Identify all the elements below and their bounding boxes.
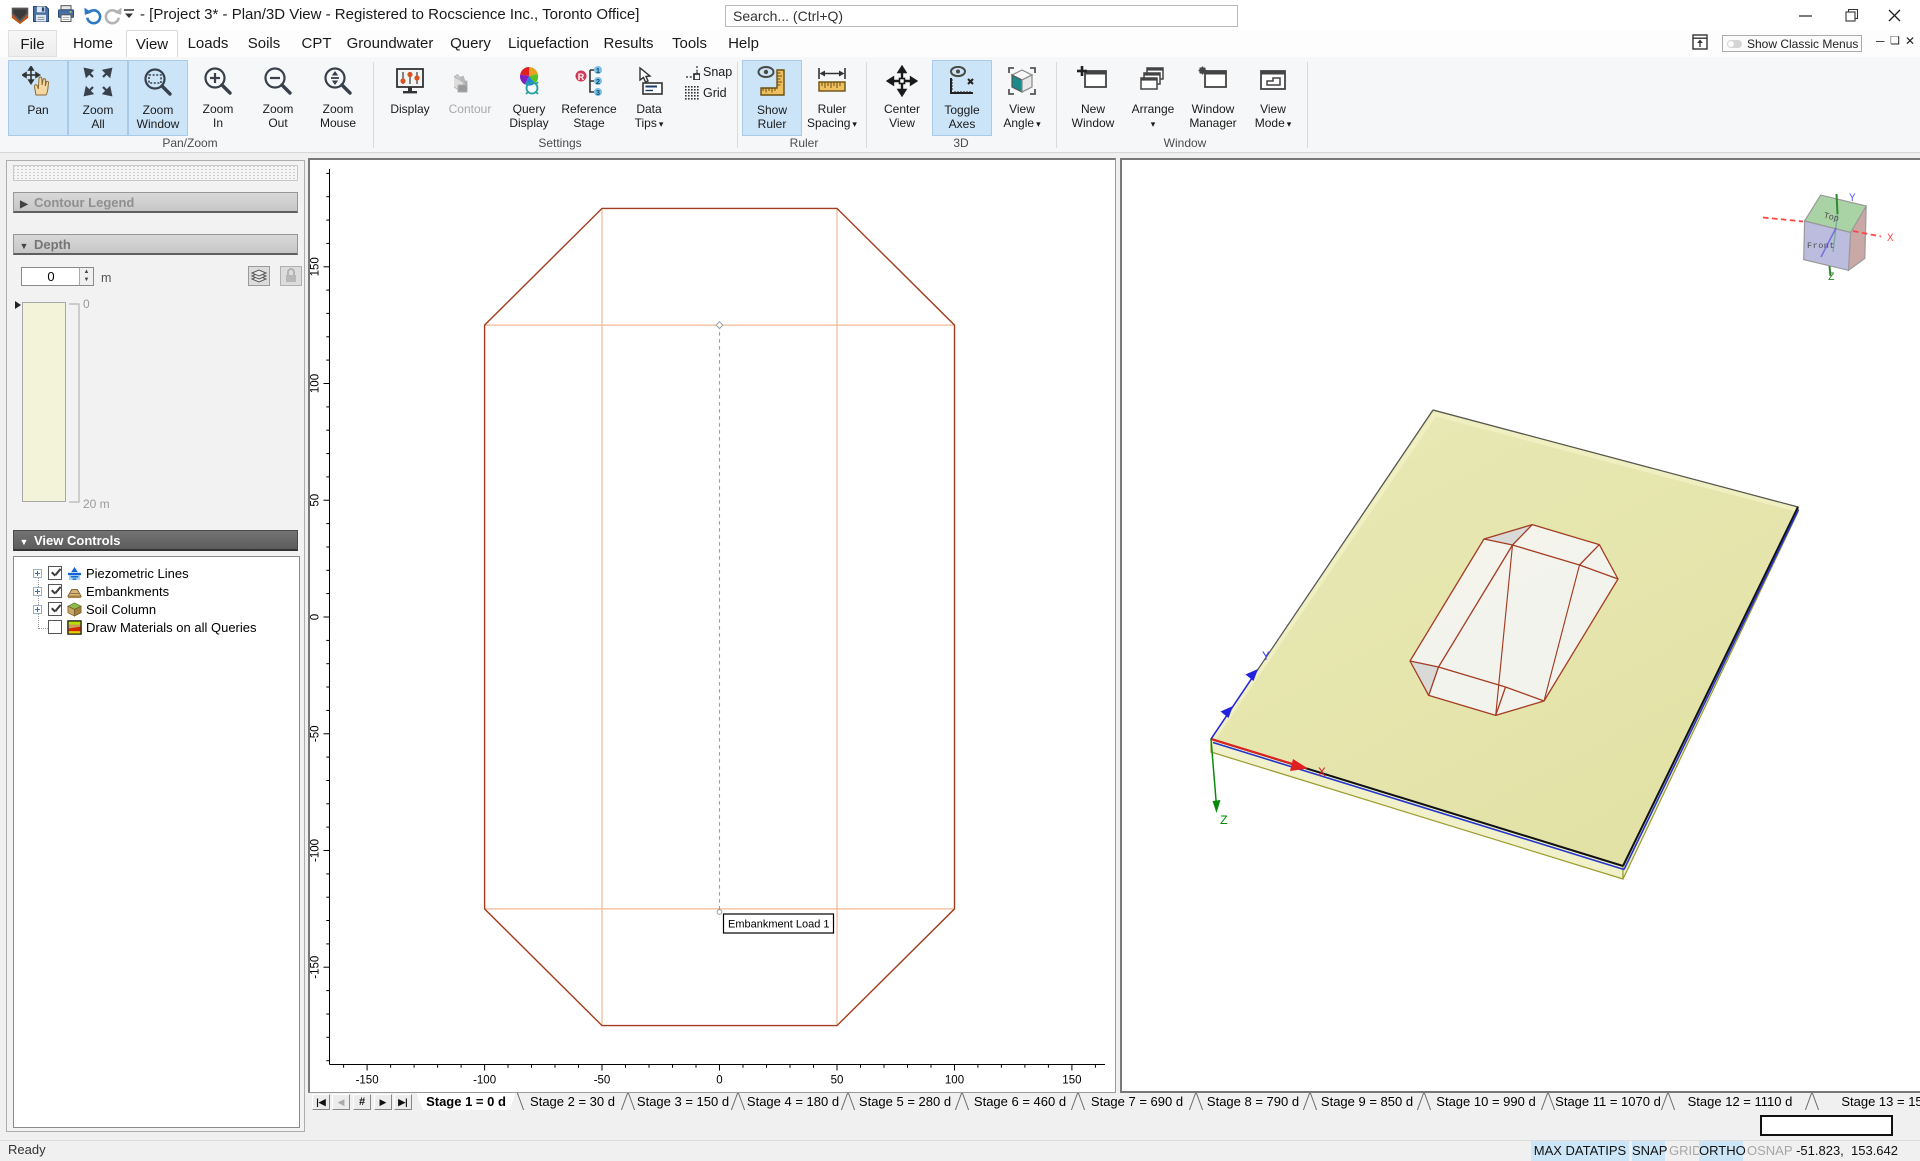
svg-text:2: 2 xyxy=(596,77,600,86)
svg-text:Embankment Load 1: Embankment Load 1 xyxy=(728,919,830,931)
svg-text:-150: -150 xyxy=(356,1075,379,1087)
svg-text:Y: Y xyxy=(1262,649,1270,664)
svg-text:Z: Z xyxy=(1220,813,1228,828)
svg-text:0: 0 xyxy=(310,614,322,620)
svg-text:R: R xyxy=(578,72,585,82)
svg-text:Z: Z xyxy=(1828,272,1835,284)
svg-text:-50: -50 xyxy=(310,725,322,742)
svg-text:150: 150 xyxy=(1062,1075,1081,1087)
svg-text:50: 50 xyxy=(831,1075,844,1087)
svg-text:100: 100 xyxy=(945,1075,964,1087)
svg-text:50: 50 xyxy=(310,494,322,507)
svg-text:Front: Front xyxy=(1807,241,1835,251)
svg-text:X: X xyxy=(1318,765,1326,780)
svg-text:150: 150 xyxy=(310,257,322,276)
svg-text:0: 0 xyxy=(716,1075,722,1087)
svg-text:-150: -150 xyxy=(310,956,322,979)
svg-text:3: 3 xyxy=(596,88,600,97)
svg-text:-100: -100 xyxy=(473,1075,496,1087)
svg-text:100: 100 xyxy=(310,374,322,393)
svg-text:X: X xyxy=(1887,233,1894,245)
svg-text:1: 1 xyxy=(596,66,600,75)
svg-text:-100: -100 xyxy=(310,839,322,862)
svg-text:-50: -50 xyxy=(594,1075,611,1087)
svg-text:Y: Y xyxy=(1849,193,1856,205)
